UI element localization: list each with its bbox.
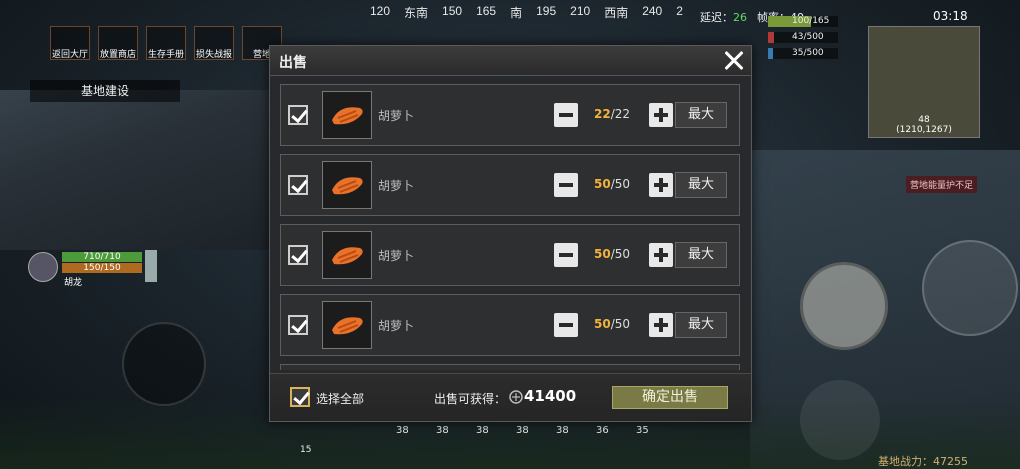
manual-button[interactable]: 生存手册 [146,26,186,60]
carrot-icon [322,161,372,209]
jump-button[interactable] [922,240,1018,336]
hotbar-slot[interactable]: 36 [576,423,612,439]
max-button[interactable]: 最大 [675,312,727,338]
item-checkbox[interactable] [288,105,308,125]
carrot-icon [322,91,372,139]
quantity: 50/50 [593,177,631,191]
latency-readout: 延迟：26 [700,11,747,24]
loss-report-button[interactable]: 损失战报 [194,26,234,60]
compass-tick: 195 [536,4,557,18]
max-button[interactable]: 最大 [675,102,727,128]
crouch-button[interactable] [800,380,880,460]
minimap-coords: (1210,1267) [896,125,952,135]
attack-button[interactable] [800,262,888,350]
minus-button[interactable] [554,243,578,267]
compass-tick: 西南 [604,6,629,20]
compass-tick: 东南 [404,6,429,20]
close-icon[interactable] [721,48,747,74]
return-lobby-button[interactable]: 返回大厅 [50,26,90,60]
list-item: 胡萝卜 50/50 最大 [280,294,740,356]
carrot-icon [322,231,372,279]
minimap-zone: 48 [918,115,930,125]
minus-button[interactable] [554,103,578,127]
compass-tick: 2 [676,4,683,18]
compass-tick: 150 [442,4,463,18]
quantity: 50/50 [593,247,631,261]
avatar[interactable] [28,252,58,282]
energy-warning: 营地能量护不足 [906,176,978,193]
item-checkbox[interactable] [288,245,308,265]
dialog-header: 出售 [270,46,751,76]
minus-button[interactable] [554,313,578,337]
quantity: 50/50 [593,317,631,331]
move-joystick[interactable] [122,322,206,406]
list-item: 胡萝卜 50/50 最大 [280,224,740,286]
minimap[interactable]: 48 (1210,1267) [868,26,980,138]
survival-stats: 100/165 43/500 35/500 [768,16,838,64]
quantity: 22/22 [593,107,631,121]
hotbar-slot[interactable]: 38 [376,423,412,439]
player-card: 710/710 150/150 胡龙 [28,252,142,288]
base-structures [0,90,270,250]
hotbar-slot[interactable]: 38 [536,423,572,439]
item-name: 胡萝卜 [378,109,415,123]
hotbar: 38 38 38 38 38 36 35 [376,423,652,439]
max-button[interactable]: 最大 [675,242,727,268]
food-stat: 100/165 [768,16,838,27]
shop-button[interactable]: 放置商店 [98,26,138,60]
compass-tick: 120 [370,4,391,18]
hotbar-slot[interactable]: 38 [416,423,452,439]
item-name: 胡萝卜 [378,319,415,333]
hotbar-slot[interactable]: 38 [496,423,532,439]
compass-tick: 210 [570,4,591,18]
sell-dialog: 出售 胡萝卜 22/22 最大 胡萝卜 50/50 最大 胡萝卜 50/50 最… [269,45,752,422]
hotbar-count: 15 [300,445,312,455]
top-menu: 返回大厅 放置商店 生存手册 损失战报 营地 [50,26,282,60]
plus-button[interactable] [649,173,673,197]
select-all-checkbox[interactable] [290,387,310,407]
sp-bar: 150/150 [62,263,142,273]
confirm-sell-button[interactable]: 确定出售 [612,386,728,409]
max-button[interactable]: 最大 [675,172,727,198]
select-all-label[interactable]: 选择全部 [316,390,364,407]
carrot-icon [322,301,372,349]
clock: 03:18 [933,9,968,23]
item-checkbox[interactable] [288,315,308,335]
item-name: 胡萝卜 [378,179,415,193]
list-item: 胡萝卜 50/50 最大 [280,154,740,216]
item-name: 胡萝卜 [378,249,415,263]
combat-power: 基地战力：47255 [878,455,968,468]
plus-button[interactable] [649,103,673,127]
currency-icon [509,390,523,404]
hotbar-slot[interactable]: 38 [456,423,492,439]
health-stat: 43/500 [768,32,838,43]
item-checkbox[interactable] [288,175,308,195]
plus-button[interactable] [649,313,673,337]
plus-button[interactable] [649,243,673,267]
list-item: 胡萝卜 22/22 最大 [280,84,740,146]
dialog-title: 出售 [279,55,307,71]
earn-label: 出售可获得： [434,392,507,406]
compass-tick: 南 [510,6,523,20]
collapse-tab[interactable] [145,250,157,282]
list-item [280,364,740,370]
dialog-footer: 选择全部 出售可获得： 41400 确定出售 [270,373,751,421]
sell-list[interactable]: 胡萝卜 22/22 最大 胡萝卜 50/50 最大 胡萝卜 50/50 最大 胡… [280,84,742,370]
player-name: 胡龙 [64,278,83,288]
water-stat: 35/500 [768,48,838,59]
minus-button[interactable] [554,173,578,197]
earn-value: 41400 [524,387,577,405]
hotbar-slot[interactable]: 35 [616,423,652,439]
compass-tick: 240 [642,4,663,18]
compass-bar: 120 东南 150 165 南 195 210 西南 240 2 [370,4,683,26]
compass-tick: 165 [476,4,497,18]
base-build-button[interactable]: 基地建设 [30,80,180,102]
hp-bar: 710/710 [62,252,142,262]
